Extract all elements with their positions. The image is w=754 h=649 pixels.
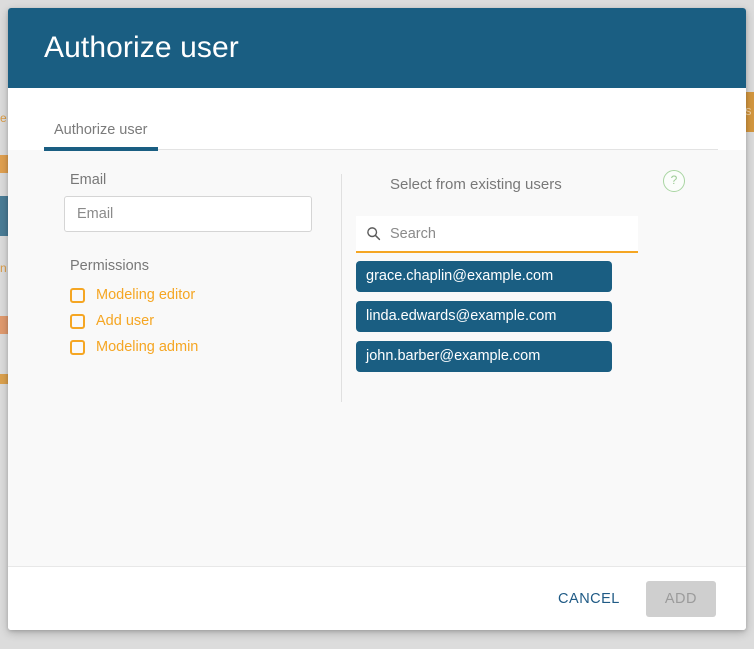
list-item[interactable]: linda.edwards@example.com [356, 301, 612, 332]
background-bleed-left-bar-blue [0, 196, 8, 236]
cancel-button[interactable]: CANCEL [546, 582, 632, 616]
permission-label-modeling-admin: Modeling admin [96, 339, 199, 355]
dialog-header: Authorize user [8, 8, 746, 88]
background-bleed-left-bar-orange [0, 155, 8, 173]
existing-users-panel: Select from existing users ? grace.chapl… [342, 170, 746, 566]
help-icon[interactable]: ? [663, 170, 685, 192]
permissions-label: Permissions [70, 258, 149, 274]
email-label: Email [70, 172, 107, 188]
permission-row-add-user[interactable]: Add user [70, 308, 341, 334]
tab-bar: Authorize user [8, 88, 746, 151]
tab-authorize-user[interactable]: Authorize user [44, 122, 158, 151]
background-bleed-right-glyph: s [746, 103, 752, 118]
add-button[interactable]: ADD [645, 580, 716, 617]
existing-users-list: grace.chaplin@example.com linda.edwards@… [356, 261, 612, 372]
background-bleed-left-text: e [0, 112, 7, 125]
search-input[interactable] [388, 216, 638, 251]
manual-entry-panel: Email Permissions Modeling editor Add us… [8, 172, 341, 566]
user-search-field[interactable] [356, 216, 638, 253]
permission-label-modeling-editor: Modeling editor [96, 287, 196, 303]
dialog-footer: CANCEL ADD [8, 566, 746, 630]
background-bleed-left-bar-peach [0, 316, 8, 334]
background-bleed-right-text: s [746, 92, 754, 132]
permission-row-modeling-admin[interactable]: Modeling admin [70, 334, 341, 360]
permission-label-add-user: Add user [96, 313, 155, 329]
existing-users-heading: Select from existing users [390, 176, 562, 193]
authorize-user-dialog: Authorize user Authorize user Email Perm… [8, 8, 746, 630]
existing-users-heading-row: Select from existing users ? [342, 170, 746, 198]
email-field[interactable] [64, 196, 312, 232]
tab-authorize-user-label: Authorize user [54, 122, 148, 138]
dialog-body: Email Permissions Modeling editor Add us… [8, 150, 746, 566]
checkbox-modeling-admin[interactable] [70, 339, 85, 355]
page-title: Authorize user [44, 31, 239, 64]
list-item[interactable]: grace.chaplin@example.com [356, 261, 612, 292]
list-item[interactable]: john.barber@example.com [356, 341, 612, 372]
permission-row-modeling-editor[interactable]: Modeling editor [70, 282, 341, 308]
background-bleed-left-text-2: n [0, 262, 7, 275]
checkbox-modeling-editor[interactable] [70, 287, 85, 303]
search-icon [366, 226, 388, 241]
checkbox-add-user[interactable] [70, 313, 85, 329]
background-bleed-left-bar-amber [0, 374, 8, 384]
